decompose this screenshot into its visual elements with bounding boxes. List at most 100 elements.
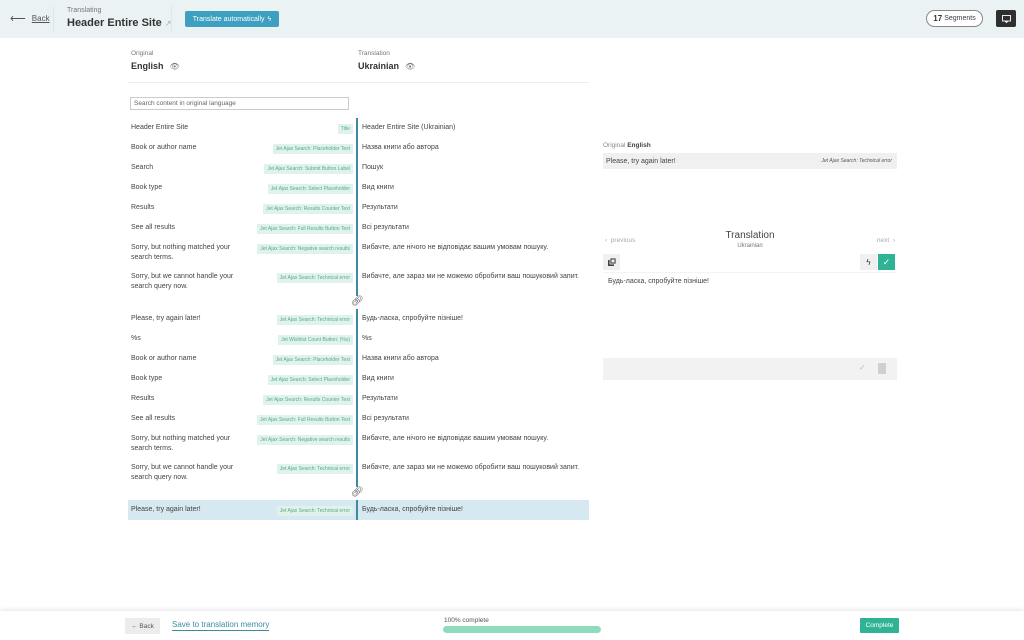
chevron-right-icon: › — [892, 237, 895, 244]
segment-original-text: Please, try again later! — [131, 506, 201, 513]
chat-button[interactable] — [996, 10, 1016, 27]
segment-original: %s Jet Wishlist Count Button: (%s) — [128, 329, 356, 349]
segments-count-badge[interactable]: 17 Segments — [926, 10, 983, 27]
segment-original: Sorry, but nothing matched your search t… — [128, 429, 356, 458]
spellcheck-icon[interactable]: ✓ — [859, 363, 866, 372]
segment-original: Book or author name Jet Ajax Search: Plac… — [128, 349, 356, 369]
segment-context-tag: Jet Ajax Search: Technical error — [276, 506, 353, 516]
page-title-text: Header Entire Site — [67, 17, 162, 29]
complete-button[interactable]: Complete — [860, 618, 899, 633]
editor-navigation: ‹ previous Translation Ukrainian next › — [603, 230, 897, 250]
segment-original-text: Sorry, but nothing matched your search t… — [131, 435, 231, 452]
segment-original-text: %s — [131, 335, 141, 342]
segment-translation[interactable]: Всі результати — [356, 218, 589, 238]
search-input[interactable] — [130, 97, 349, 110]
bolt-icon: ϟ — [267, 15, 272, 23]
checkmark-icon: ✓ — [882, 256, 891, 267]
segment-translation[interactable]: Header Entire Site (Ukrainian) — [356, 118, 589, 138]
segment-row[interactable]: Please, try again later! Jet Ajax Search:… — [128, 309, 589, 329]
arrow-left-icon: ⟵ — [10, 13, 26, 25]
segment-context-tag: Jet Ajax Search: Select Placeholder — [267, 375, 353, 385]
segment-translation[interactable]: Вибачте, але зараз ми не можемо обробити… — [356, 267, 589, 296]
translation-editor[interactable] — [603, 272, 897, 358]
save-to-memory-link[interactable]: Save to translation memory — [172, 620, 270, 631]
confirm-translation-button[interactable]: ✓ — [878, 254, 895, 270]
segment-translation[interactable]: Будь-ласка, спробуйте пізніше! — [356, 309, 589, 329]
segment-list: Header Entire Site Title Header Entire Sit… — [128, 118, 589, 520]
translation-language-value: Ukrainian — [358, 61, 400, 71]
segment-original-text: Sorry, but we cannot handle your search … — [131, 273, 234, 290]
segment-context-tag: Jet Ajax Search: Negative search results — [257, 244, 353, 254]
segment-row[interactable]: Sorry, but nothing matched your search t… — [128, 238, 589, 267]
segment-context-tag: Jet Ajax Search: Full Results Button Tex… — [257, 224, 353, 234]
segment-row[interactable]: Results Jet Ajax Search: Results Counter … — [128, 198, 589, 218]
segment-original: Results Jet Ajax Search: Results Counter … — [128, 198, 356, 218]
original-language-label: Original — [131, 50, 154, 57]
copy-original-button[interactable] — [603, 254, 620, 270]
segment-row[interactable]: Please, try again later! Jet Ajax Search:… — [128, 500, 589, 520]
divider — [128, 82, 589, 83]
segment-row[interactable]: Results Jet Ajax Search: Results Counter … — [128, 389, 589, 409]
segment-original: Please, try again later! Jet Ajax Search:… — [128, 309, 356, 329]
segment-original: Sorry, but nothing matched your search t… — [128, 238, 356, 267]
segment-translation[interactable]: Будь-ласка, спробуйте пізніше! — [356, 500, 589, 520]
back-label: Back — [31, 14, 50, 23]
page-subtitle: Translating — [67, 7, 102, 14]
segment-row[interactable]: Sorry, but we cannot handle your search … — [128, 267, 589, 296]
segments-count: 17 — [933, 14, 943, 23]
segment-context-tag: Jet Ajax Search: Submit Button Label — [264, 164, 353, 174]
segment-translation[interactable]: Вибачте, але нічого не відповідає вашим … — [356, 238, 589, 267]
page-title: Header Entire Site ↗ — [67, 17, 171, 29]
segment-translation[interactable]: Всі результати — [356, 409, 589, 429]
segment-translation[interactable]: Назва книги або автора — [356, 138, 589, 158]
segment-row[interactable]: See all results Jet Ajax Search: Full Res… — [128, 218, 589, 238]
segment-translation[interactable]: Назва книги або автора — [356, 349, 589, 369]
segment-row[interactable]: Book type Jet Ajax Search: Select Placeho… — [128, 178, 589, 198]
segment-original: Search Jet Ajax Search: Submit Button Lab… — [128, 158, 356, 178]
segment-row[interactable]: Sorry, but nothing matched your search t… — [128, 429, 589, 458]
segment-translation[interactable]: Пошук — [356, 158, 589, 178]
bolt-icon: ϟ — [866, 257, 871, 267]
eye-icon[interactable]: 👁 — [170, 62, 180, 71]
segment-original-text: Results — [131, 395, 155, 402]
eye-icon[interactable]: 👁 — [405, 62, 415, 71]
segment-translation[interactable]: Вид книги — [356, 369, 589, 389]
page-title-block: Translating Header Entire Site ↗ — [67, 7, 171, 29]
divider — [171, 6, 172, 32]
segment-row[interactable]: Header Entire Site Title Header Entire Sit… — [128, 118, 589, 138]
segment-context-tag: Jet Ajax Search: Select Placeholder — [267, 184, 353, 194]
segment-original: Book or author name Jet Ajax Search: Plac… — [128, 138, 356, 158]
editor-translation-language: Ukrainian — [737, 243, 763, 249]
segment-context-tag: Jet Ajax Search: Placeholder Text — [272, 355, 353, 365]
translate-automatically-button[interactable]: Translate automatically ϟ — [185, 11, 279, 27]
segment-row[interactable]: Sorry, but we cannot handle your search … — [128, 458, 589, 487]
segment-row[interactable]: Book or author name Jet Ajax Search: Plac… — [128, 138, 589, 158]
editor-original-label: Original English — [603, 142, 651, 149]
translation-language-header: Translation Ukrainian 👁 — [358, 50, 415, 71]
link-icon[interactable]: 🔗︎ — [351, 487, 364, 498]
segment-row[interactable]: See all results Jet Ajax Search: Full Res… — [128, 409, 589, 429]
segment-row[interactable]: Search Jet Ajax Search: Submit Button Lab… — [128, 158, 589, 178]
segment-original: Sorry, but we cannot handle your search … — [128, 267, 356, 296]
segment-translation[interactable]: Вид книги — [356, 178, 589, 198]
link-icon[interactable]: 🔗︎ — [351, 296, 364, 307]
segment-translation[interactable]: %s — [356, 329, 589, 349]
next-button[interactable]: next › — [877, 237, 895, 244]
segment-translation[interactable]: Вибачте, але нічого не відповідає вашим … — [356, 429, 589, 458]
top-bar: ⟵ Back Translating Header Entire Site ↗ … — [0, 0, 1024, 38]
editor-original-box: Please, try again later! Jet Ajax Search… — [603, 153, 897, 169]
back-link[interactable]: ⟵ Back — [10, 12, 50, 25]
translation-language-label: Translation — [358, 50, 390, 57]
segment-original-text: Book or author name — [131, 355, 197, 362]
segment-context-tag: Jet Ajax Search: Results Counter Text — [263, 395, 353, 405]
segment-row[interactable]: %s Jet Wishlist Count Button: (%s) %s — [128, 329, 589, 349]
glossary-icon[interactable] — [878, 363, 886, 374]
segment-translation[interactable]: Результати — [356, 198, 589, 218]
segment-translation[interactable]: Результати — [356, 389, 589, 409]
auto-translate-segment-button[interactable]: ϟ — [860, 254, 877, 270]
segment-row[interactable]: Book or author name Jet Ajax Search: Plac… — [128, 349, 589, 369]
editor-original-text: Please, try again later! — [606, 157, 676, 165]
segment-row[interactable]: Book type Jet Ajax Search: Select Placeho… — [128, 369, 589, 389]
segment-translation[interactable]: Вибачте, але зараз ми не можемо обробити… — [356, 458, 589, 487]
footer-back-button[interactable]: ← Back — [125, 618, 160, 634]
